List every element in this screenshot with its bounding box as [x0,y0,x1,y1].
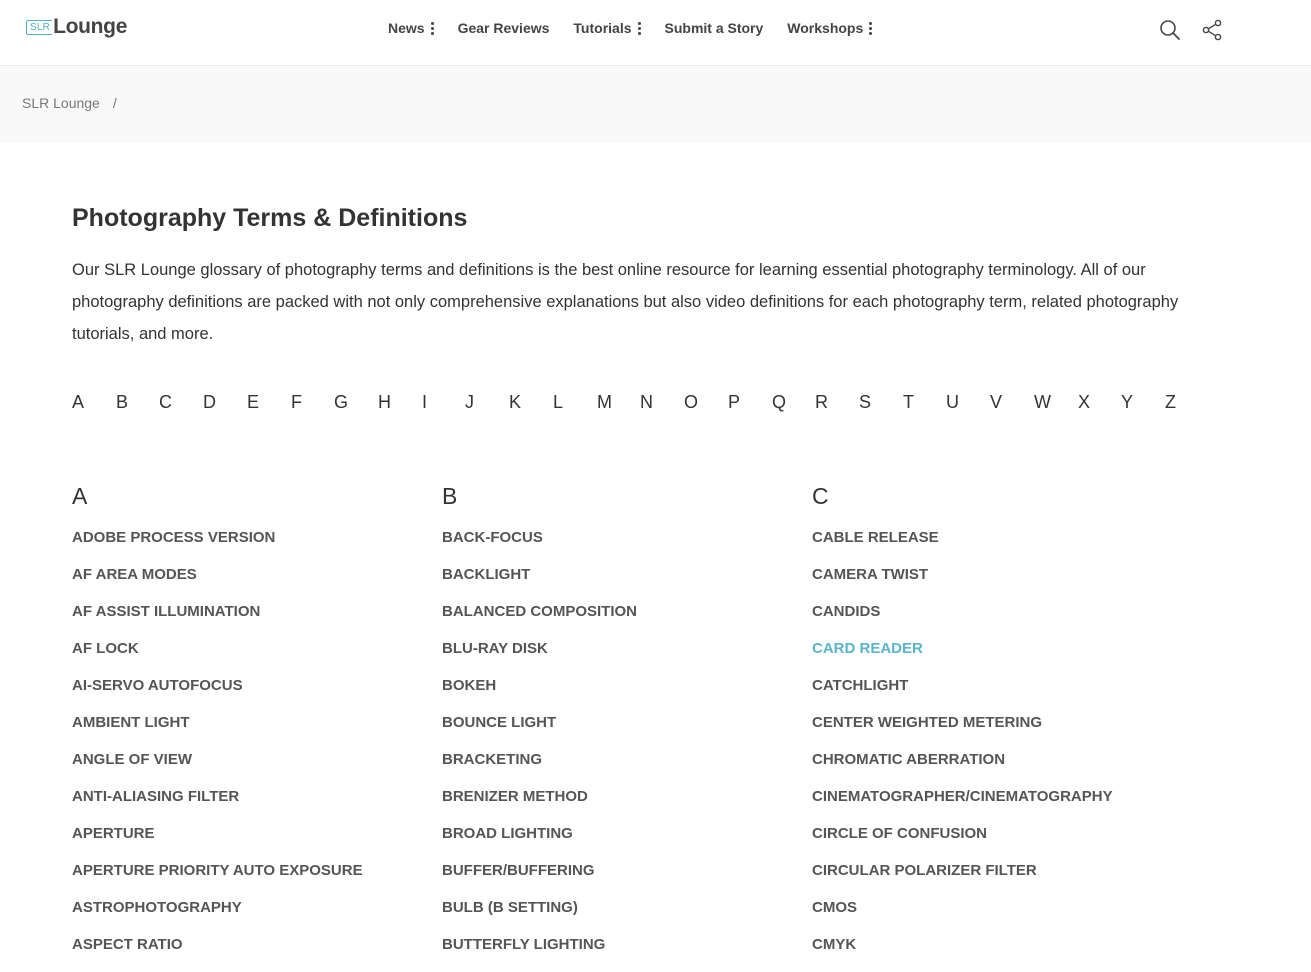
term-link[interactable]: APERTURE PRIORITY AUTO EXPOSURE [72,861,432,898]
alpha-link-b[interactable]: B [116,392,128,413]
share-icon[interactable] [1202,19,1224,41]
search-icon[interactable] [1159,19,1181,41]
term-link[interactable]: BUFFER/BUFFERING [442,861,802,898]
term-link[interactable]: BLU-RAY DISK [442,639,802,676]
alpha-link-i[interactable]: I [422,392,427,413]
term-link[interactable]: BROAD LIGHTING [442,824,802,861]
alpha-link-t[interactable]: T [903,392,914,413]
alpha-link-u[interactable]: U [946,392,959,413]
alpha-link-g[interactable]: G [334,392,348,413]
glossary-column-c: C CABLE RELEASE CAMERA TWIST CANDIDS CARD RE… [812,482,1172,972]
alpha-link-j[interactable]: J [465,392,474,413]
breadcrumb: SLR Lounge / [22,95,117,111]
section-heading-b: B [442,483,458,509]
term-link[interactable]: ASTROPHOTOGRAPHY [72,898,432,935]
term-link[interactable]: APERTURE [72,824,432,861]
term-link[interactable]: CIRCULAR POLARIZER FILTER [812,861,1172,898]
alpha-link-f[interactable]: F [291,392,302,413]
alpha-link-k[interactable]: K [509,392,521,413]
term-link[interactable]: BALANCED COMPOSITION [442,602,802,639]
term-link[interactable]: ANTI-ALIASING FILTER [72,787,432,824]
nav-item-label: Tutorials [573,20,632,36]
term-link[interactable]: CENTER WEIGHTED METERING [812,713,1172,750]
glossary-column-b: B BACK-FOCUS BACKLIGHT BALANCED COMPOSITION… [442,482,802,972]
term-link[interactable]: BRACKETING [442,750,802,787]
alpha-link-h[interactable]: H [378,392,391,413]
term-link[interactable]: CMOS [812,898,1172,935]
nav-item-workshops[interactable]: Workshops [787,20,873,36]
section-heading-c: C [812,483,829,509]
main-nav: News Gear Reviews Tutorials Submit a Story W… [388,20,896,36]
intro-paragraph: Our SLR Lounge glossary of photography t… [72,261,1179,343]
term-link[interactable]: CINEMATOGRAPHER/CINEMATOGRAPHY [812,787,1172,824]
nav-item-label: Submit a Story [664,20,764,36]
term-link[interactable]: CIRCLE OF CONFUSION [812,824,1172,861]
term-link[interactable]: CARD READER [812,639,1172,676]
term-list: BACK-FOCUS BACKLIGHT BALANCED COMPOSITION B… [442,528,802,972]
term-link[interactable]: AMBIENT LIGHT [72,713,432,750]
alpha-link-q[interactable]: Q [772,392,786,413]
glossary-column-a: A ADOBE PROCESS VERSION AF AREA MODES AF AS… [72,482,432,972]
alpha-link-x[interactable]: X [1078,392,1090,413]
term-link[interactable]: BOKEH [442,676,802,713]
term-link[interactable]: BOUNCE LIGHT [442,713,802,750]
nav-item-tutorials[interactable]: Tutorials [573,20,641,36]
logo-wordmark: Lounge [53,15,128,38]
alpha-link-e[interactable]: E [247,392,259,413]
site-logo[interactable]: SLR Lounge [26,15,127,39]
term-link[interactable]: BRENIZER METHOD [442,787,802,824]
term-link[interactable]: BACKLIGHT [442,565,802,602]
term-link[interactable]: BULB (B SETTING) [442,898,802,935]
alpha-link-d[interactable]: D [203,392,216,413]
term-link[interactable]: CAMERA TWIST [812,565,1172,602]
term-link[interactable]: CABLE RELEASE [812,528,1172,565]
term-link[interactable]: AF AREA MODES [72,565,432,602]
alpha-link-z[interactable]: Z [1165,392,1176,413]
site-header: SLR Lounge News Gear Reviews Tutorials Subm… [0,0,1311,66]
nav-item-gear-reviews[interactable]: Gear Reviews [458,20,550,36]
more-menu-icon [430,21,434,36]
alpha-link-c[interactable]: C [159,392,172,413]
nav-item-label: Workshops [787,20,864,36]
breadcrumb-home-link[interactable]: SLR Lounge [22,95,100,111]
nav-item-label: News [388,20,425,36]
more-menu-icon [637,21,641,36]
term-link[interactable]: BACK-FOCUS [442,528,802,565]
alpha-link-a[interactable]: A [72,392,84,413]
term-link[interactable]: CANDIDS [812,602,1172,639]
alpha-link-p[interactable]: P [728,392,740,413]
breadcrumb-separator: / [112,95,117,111]
alpha-link-n[interactable]: N [640,392,653,413]
breadcrumb-bar: SLR Lounge / [0,66,1311,143]
term-link[interactable]: CMYK [812,935,1172,972]
term-link[interactable]: AF ASSIST ILLUMINATION [72,602,432,639]
alpha-link-y[interactable]: Y [1121,392,1133,413]
term-list: ADOBE PROCESS VERSION AF AREA MODES AF ASS… [72,528,432,972]
term-link[interactable]: CATCHLIGHT [812,676,1172,713]
term-link[interactable]: CHROMATIC ABERRATION [812,750,1172,787]
alpha-link-v[interactable]: V [990,392,1002,413]
nav-item-submit-a-story[interactable]: Submit a Story [665,20,764,36]
alpha-link-m[interactable]: M [597,392,612,413]
logo-mark: SLR [26,19,53,35]
term-link[interactable]: AF LOCK [72,639,432,676]
nav-item-label: Gear Reviews [457,20,550,36]
alpha-link-l[interactable]: L [553,392,563,413]
nav-item-news[interactable]: News [388,20,434,36]
alpha-link-w[interactable]: W [1034,392,1051,413]
alpha-link-o[interactable]: O [684,392,698,413]
term-list: CABLE RELEASE CAMERA TWIST CANDIDS CARD REA… [812,528,1172,972]
more-menu-icon [869,21,873,36]
section-heading-a: A [72,483,88,509]
alpha-link-s[interactable]: S [859,392,871,413]
term-link[interactable]: ANGLE OF VIEW [72,750,432,787]
term-link[interactable]: BUTTERFLY LIGHTING [442,935,802,972]
term-link[interactable]: ASPECT RATIO [72,935,432,972]
term-link[interactable]: AI-SERVO AUTOFOCUS [72,676,432,713]
term-link[interactable]: ADOBE PROCESS VERSION [72,528,432,565]
alpha-link-r[interactable]: R [815,392,828,413]
page-title: Photography Terms & Definitions [72,204,468,232]
